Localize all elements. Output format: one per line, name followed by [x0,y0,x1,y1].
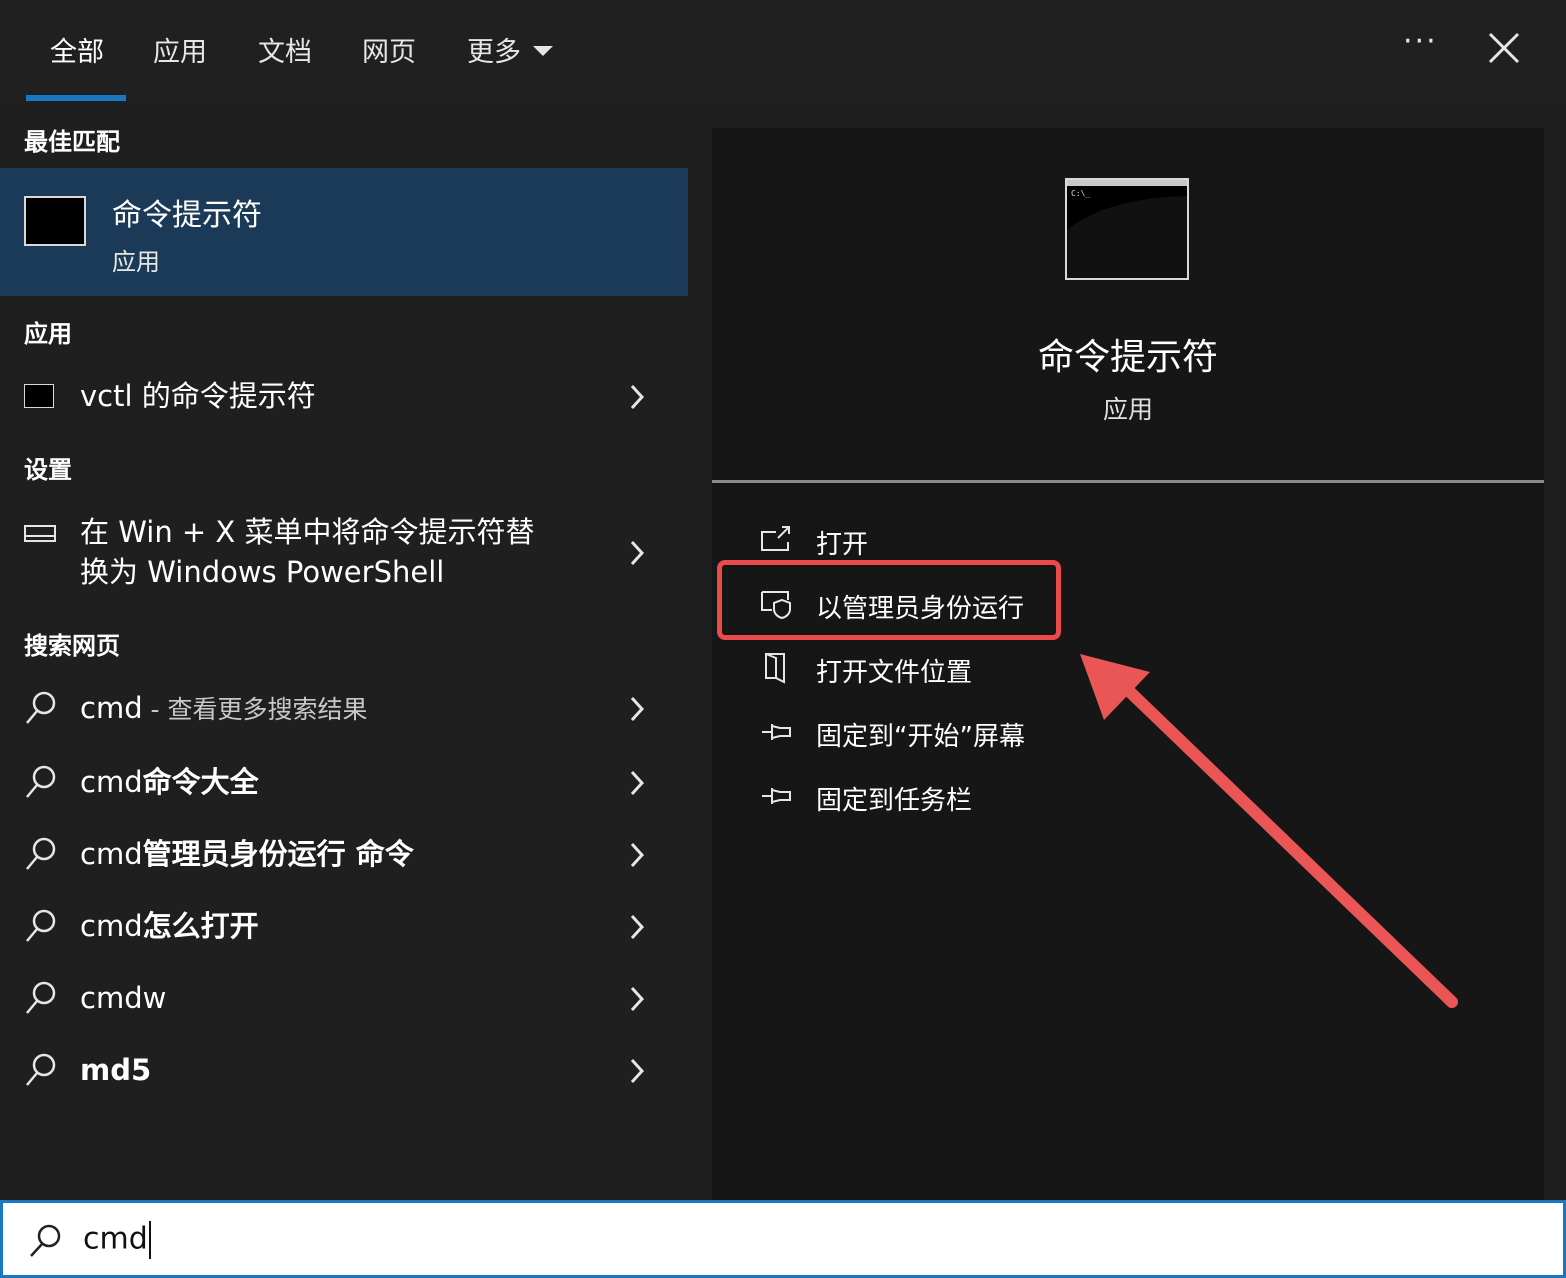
tab-more[interactable]: 更多 [467,30,553,69]
search-tabs-bar: 全部 应用 文档 网页 更多 ··· [0,0,1566,102]
search-icon [26,691,56,724]
search-box[interactable]: cmd [0,1200,1566,1278]
chevron-right-icon [630,384,645,410]
search-icon [26,981,56,1014]
web-result-label: md5 [80,1053,152,1087]
chevron-right-icon [630,986,645,1012]
preview-pane: C:\_ 命令提示符 应用 打开 以管理员身份运行 打开文件位置 固定到“开始”… [712,128,1544,1200]
file-location-icon [765,653,785,684]
search-icon [26,765,56,798]
preview-title: 命令提示符 [1037,337,1218,378]
action-open-label: 打开 [816,530,869,560]
web-result[interactable]: cmd命令大全 [0,760,688,810]
command-prompt-large-icon: C:\_ [1065,178,1189,280]
web-result-label: cmd - 查看更多搜索结果 [80,691,368,725]
settings-result-powershell[interactable]: 在 Win + X 菜单中将命令提示符替 换为 Windows PowerShe… [0,510,688,594]
chevron-right-icon [630,842,645,868]
tab-apps[interactable]: 应用 [153,30,207,69]
search-icon [26,1053,56,1086]
results-pane: 最佳匹配 命令提示符 应用 应用 vctl 的命令提示符 设置 在 Win + … [0,102,688,1200]
tab-all[interactable]: 全部 [50,30,104,69]
app-result-label: vctl 的命令提示符 [80,379,316,413]
web-result-label: cmd命令大全 [80,765,259,799]
apps-heading: 应用 [24,320,72,348]
search-icon [30,1224,61,1257]
web-result[interactable]: cmd管理员身份运行 命令 [0,832,688,882]
command-prompt-icon [24,384,54,408]
action-pin-to-start-label: 固定到“开始”屏幕 [816,722,1025,752]
action-pin-to-taskbar[interactable]: 固定到任务栏 [760,772,1460,822]
tab-web[interactable]: 网页 [362,30,416,69]
web-search-heading: 搜索网页 [24,632,120,660]
chevron-right-icon [630,1058,645,1084]
app-result-vctl[interactable]: vctl 的命令提示符 [0,372,688,422]
tab-more-label: 更多 [467,37,521,68]
command-prompt-glyph-icon: C:\_ [1067,180,1187,278]
more-options-button[interactable]: ··· [1403,24,1438,59]
caret-down-icon [533,45,553,56]
chevron-right-icon [630,914,645,940]
search-icon [26,837,56,870]
web-result[interactable]: md5 [0,1048,688,1098]
command-prompt-icon [24,196,86,246]
annotation-highlight-box [717,560,1061,640]
settings-heading: 设置 [24,456,72,484]
chevron-right-icon [630,540,645,566]
web-result-label: cmdw [80,981,167,1015]
web-result-label: cmd怎么打开 [80,909,259,943]
best-match-title: 命令提示符 [112,198,262,233]
action-open-file-location[interactable]: 打开文件位置 [760,644,1460,694]
preview-divider [712,480,1544,483]
settings-result-line1: 在 Win + X 菜单中将命令提示符替 [80,515,535,549]
action-pin-to-taskbar-label: 固定到任务栏 [816,786,973,816]
best-match-heading: 最佳匹配 [24,128,120,156]
action-open[interactable]: 打开 [760,516,1460,566]
pin-icon [762,788,791,804]
web-result[interactable]: cmd怎么打开 [0,904,688,954]
chevron-right-icon [630,770,645,796]
action-pin-to-start[interactable]: 固定到“开始”屏幕 [760,708,1460,758]
best-match-subtitle: 应用 [112,248,160,276]
preview-subtitle: 应用 [1102,395,1153,424]
search-input[interactable]: cmd [83,1221,151,1259]
web-result[interactable]: cmd - 查看更多搜索结果 [0,686,688,736]
taskbar-settings-icon [24,525,56,542]
web-result[interactable]: cmdw [0,976,688,1026]
settings-result-line2: 换为 Windows PowerShell [80,555,445,589]
chevron-right-icon [630,696,645,722]
pin-icon [762,724,791,740]
close-icon[interactable] [1486,30,1522,66]
action-open-file-location-label: 打开文件位置 [816,658,973,688]
open-icon [761,526,790,551]
active-tab-indicator [26,95,126,101]
web-result-label: cmd管理员身份运行 命令 [80,837,414,871]
tab-documents[interactable]: 文档 [258,30,312,69]
svg-text:C:\_: C:\_ [1071,189,1090,198]
text-caret [148,1221,151,1259]
best-match-item[interactable]: 命令提示符 应用 [0,168,688,296]
search-icon [26,909,56,942]
